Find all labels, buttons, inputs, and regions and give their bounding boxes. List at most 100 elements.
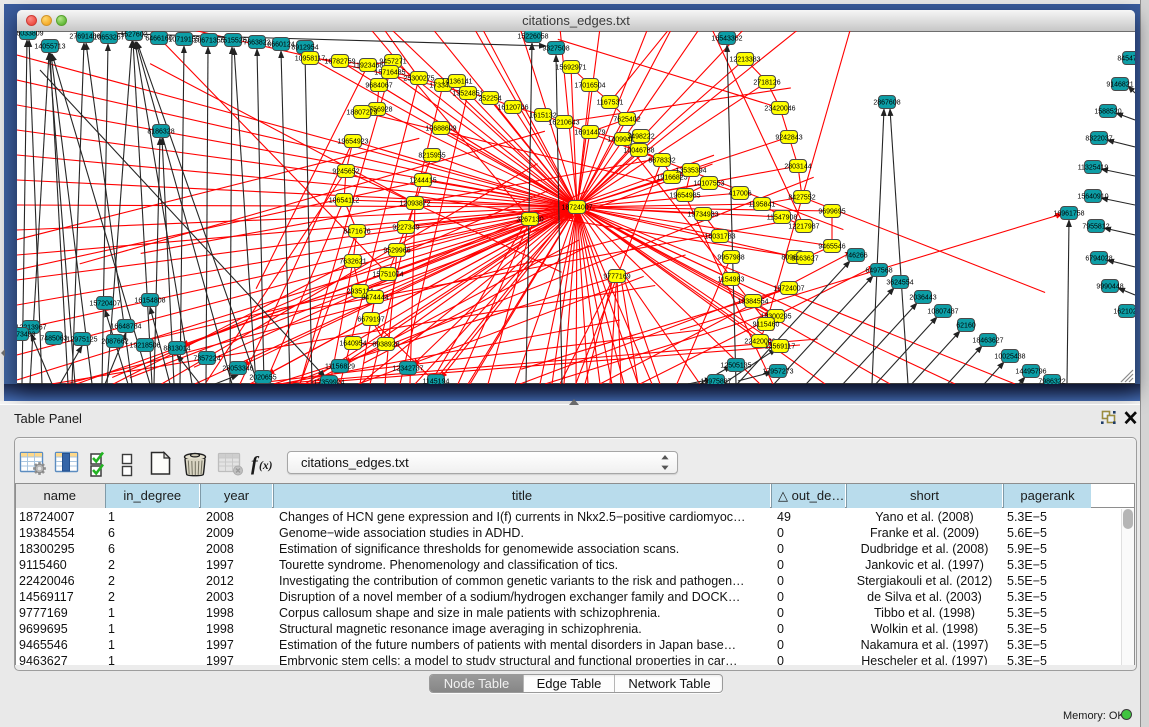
svg-text:14569117: 14569117: [765, 344, 796, 351]
svg-text:7357224: 7357224: [193, 356, 220, 363]
svg-text:2803144: 2803144: [784, 164, 811, 171]
svg-text:12342737: 12342737: [392, 366, 423, 373]
svg-text:1615132: 1615132: [529, 113, 556, 120]
svg-text:1621022: 1621022: [1113, 309, 1135, 316]
svg-text:10046788: 10046788: [623, 148, 654, 155]
svg-text:8427552: 8427552: [788, 195, 815, 202]
svg-text:62160: 62160: [956, 323, 976, 330]
svg-text:8322037: 8322037: [1085, 136, 1112, 143]
svg-text:2718126: 2718126: [753, 80, 780, 87]
svg-text:12975125: 12975125: [66, 337, 97, 344]
svg-text:6679197: 6679197: [357, 317, 384, 324]
svg-text:18724007: 18724007: [561, 205, 592, 212]
svg-text:15720407: 15720407: [89, 301, 120, 308]
svg-text:28053346: 28053346: [222, 366, 253, 373]
svg-text:8938928: 8938928: [372, 342, 399, 349]
svg-text:16648784: 16648784: [110, 324, 141, 331]
svg-text:10107553: 10107553: [693, 181, 724, 188]
svg-text:9457271: 9457271: [379, 59, 406, 66]
svg-text:19384554: 19384554: [737, 299, 768, 306]
svg-text:15716485: 15716485: [374, 70, 405, 77]
svg-text:14495796: 14495796: [1015, 369, 1046, 376]
svg-text:6794028: 6794028: [1085, 256, 1112, 263]
svg-text:14055713: 14055713: [34, 44, 65, 51]
svg-text:6497568: 6497568: [865, 268, 892, 275]
svg-text:9245652: 9245652: [332, 169, 359, 176]
svg-text:9115460: 9115460: [753, 322, 780, 329]
svg-text:1154983: 1154983: [718, 277, 745, 284]
svg-text:11325419: 11325419: [1078, 165, 1109, 172]
svg-text:9146821: 9146821: [1106, 82, 1133, 89]
svg-text:18724007: 18724007: [773, 286, 804, 293]
svg-text:16961758: 16961758: [1053, 211, 1084, 218]
svg-text:13535394: 13535394: [675, 168, 706, 175]
svg-text:1244415: 1244415: [409, 178, 436, 185]
svg-text:7986322: 7986322: [1038, 379, 1065, 385]
svg-text:16120746: 16120746: [497, 105, 528, 112]
svg-text:11547908: 11547908: [767, 215, 798, 222]
svg-text:11156829: 11156829: [325, 364, 355, 371]
svg-text:9990448: 9990448: [1096, 284, 1123, 291]
svg-text:19654985: 19654985: [669, 193, 700, 200]
svg-text:8471676: 8471676: [343, 229, 370, 236]
svg-text:9684067: 9684067: [365, 83, 392, 90]
svg-text:16782759: 16782759: [324, 59, 355, 66]
svg-text:12505135: 12505135: [720, 363, 751, 370]
svg-text:16031783: 16031783: [704, 234, 735, 241]
svg-text:10688609: 10688609: [425, 126, 456, 133]
svg-text:7485063: 7485063: [40, 336, 67, 343]
svg-text:8215955: 8215955: [418, 153, 445, 160]
svg-text:15692971: 15692971: [555, 65, 586, 72]
svg-text:2867608: 2867608: [873, 100, 900, 107]
svg-text:9463627: 9463627: [791, 256, 818, 263]
svg-text:1167531: 1167531: [597, 100, 624, 107]
svg-text:3498222: 3498222: [627, 134, 654, 141]
svg-text:3624554: 3624554: [886, 280, 913, 287]
svg-text:12213383: 12213383: [729, 57, 760, 64]
svg-text:12093872: 12093872: [399, 201, 430, 208]
svg-text:10025438: 10025438: [994, 354, 1025, 361]
svg-text:1195841: 1195841: [749, 202, 776, 209]
svg-text:16154808: 16154808: [134, 298, 165, 305]
svg-text:10973493: 10973493: [17, 332, 36, 339]
svg-text:17957273: 17957273: [762, 369, 793, 376]
svg-text:7625402: 7625402: [613, 117, 640, 124]
svg-text:16210643: 16210643: [548, 120, 579, 127]
svg-text:16914479: 16914479: [574, 130, 605, 137]
svg-text:19654923: 19654923: [337, 139, 368, 146]
svg-text:10807487: 10807487: [927, 309, 958, 316]
svg-text:1640954: 1640954: [339, 341, 366, 348]
svg-text:8454749: 8454749: [1117, 56, 1135, 63]
svg-text:9242843: 9242843: [775, 135, 802, 142]
svg-text:2020655: 2020655: [249, 375, 276, 382]
svg-text:15226058: 15226058: [517, 34, 548, 41]
svg-text:(x): (x): [259, 460, 273, 472]
svg-text:19734933: 19734933: [687, 212, 718, 219]
svg-text:9327508: 9327508: [542, 46, 569, 53]
svg-text:252254: 252254: [478, 96, 501, 103]
svg-text:16033809: 16033809: [17, 31, 44, 38]
svg-text:8912954: 8912954: [291, 45, 318, 52]
svg-text:15640910: 15640910: [1077, 194, 1108, 201]
svg-text:417006: 417006: [728, 191, 751, 198]
svg-text:8813014: 8813014: [163, 346, 190, 353]
svg-text:7955812: 7955812: [1082, 224, 1109, 231]
svg-text:7632621: 7632621: [339, 259, 366, 266]
svg-text:9699695: 9699695: [818, 209, 845, 216]
svg-text:9777169: 9777169: [603, 274, 630, 281]
svg-text:1588520: 1588520: [1094, 109, 1121, 116]
svg-text:9474444: 9474444: [361, 295, 388, 302]
svg-text:17359924: 17359924: [313, 380, 344, 385]
svg-text:2036443: 2036443: [909, 295, 936, 302]
svg-text:17016504: 17016504: [574, 83, 605, 90]
svg-text:9957988: 9957988: [717, 255, 744, 262]
svg-text:746266: 746266: [844, 253, 867, 260]
svg-text:15751074: 15751074: [372, 272, 403, 279]
svg-text:9465546: 9465546: [818, 244, 845, 251]
svg-text:1145194: 1145194: [423, 379, 450, 385]
svg-text:9227349: 9227349: [392, 225, 419, 232]
svg-text:9529966: 9529966: [383, 248, 410, 255]
svg-text:8186328: 8186328: [147, 129, 174, 136]
svg-text:12217987: 12217987: [788, 224, 819, 231]
svg-text:3267130: 3267130: [516, 217, 543, 224]
